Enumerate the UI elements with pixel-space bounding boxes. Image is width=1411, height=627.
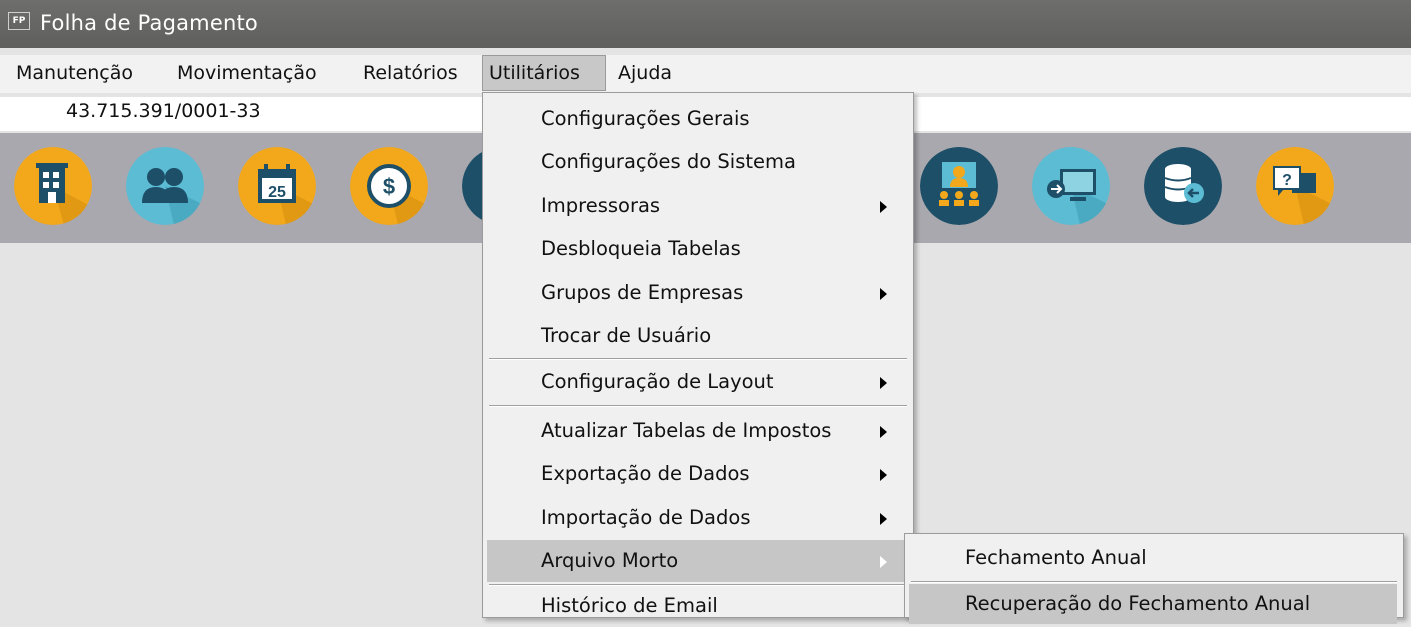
- menu-configuracao-layout[interactable]: Configuração de Layout: [487, 361, 909, 403]
- users-meeting-icon[interactable]: [920, 147, 998, 225]
- window-title: Folha de Pagamento: [40, 11, 258, 35]
- menu-arquivo-morto[interactable]: Arquivo Morto: [487, 540, 909, 582]
- menu-desbloqueia-tabelas[interactable]: Desbloqueia Tabelas: [487, 228, 909, 270]
- utilitarios-dropdown: Configurações Gerais Configurações do Si…: [482, 92, 914, 618]
- svg-text:?: ?: [1282, 172, 1292, 189]
- submenu-arrow-icon: [880, 469, 887, 481]
- menu-manutencao[interactable]: Manutenção: [10, 55, 139, 91]
- submenu-arrow-icon: [880, 201, 887, 213]
- arquivo-morto-submenu: Fechamento Anual Recuperação do Fechamen…: [904, 533, 1404, 624]
- menu-trocar-usuario[interactable]: Trocar de Usuário: [487, 315, 909, 357]
- menu-movimentacao[interactable]: Movimentação: [171, 55, 323, 91]
- menu-item-label: Fechamento Anual: [965, 546, 1147, 569]
- svg-text:$: $: [383, 174, 395, 199]
- monitor-connection-icon[interactable]: [1032, 147, 1110, 225]
- menu-separator: [489, 358, 907, 360]
- menu-atualizar-tabelas-impostos[interactable]: Atualizar Tabelas de Impostos: [487, 410, 909, 452]
- menu-item-label: Trocar de Usuário: [541, 324, 712, 347]
- menu-item-label: Exportação de Dados: [541, 462, 750, 485]
- submenu-arrow-icon: [880, 513, 887, 525]
- database-restore-icon[interactable]: [1144, 147, 1222, 225]
- menu-ajuda[interactable]: Ajuda: [612, 55, 678, 91]
- company-cnpj: 43.715.391/0001-33: [66, 100, 261, 122]
- menu-utilitarios[interactable]: Utilitários: [482, 55, 606, 91]
- menu-item-label: Histórico de Email: [541, 594, 718, 617]
- menu-item-label: Configurações do Sistema: [541, 150, 796, 173]
- submenu-arrow-icon: [880, 377, 887, 389]
- title-bar[interactable]: FP Folha de Pagamento: [0, 0, 1411, 48]
- menu-configuracoes-sistema[interactable]: Configurações do Sistema: [487, 141, 909, 183]
- submenu-arrow-icon: [880, 556, 887, 568]
- menu-item-label: Grupos de Empresas: [541, 281, 744, 304]
- menu-item-label: Arquivo Morto: [541, 549, 679, 572]
- calendar-icon[interactable]: 25: [238, 147, 316, 225]
- menu-item-label: Desbloqueia Tabelas: [541, 237, 741, 260]
- menu-item-label: Recuperação do Fechamento Anual: [965, 592, 1311, 615]
- menu-item-label: Impressoras: [541, 194, 661, 217]
- menu-separator: [489, 405, 907, 407]
- menu-recuperacao-fechamento-anual[interactable]: Recuperação do Fechamento Anual: [909, 584, 1397, 624]
- payment-dollar-icon[interactable]: $: [350, 147, 428, 225]
- company-building-icon[interactable]: [14, 147, 92, 225]
- employees-icon[interactable]: [126, 147, 204, 225]
- svg-text:25: 25: [268, 184, 286, 201]
- help-chat-icon[interactable]: ?: [1256, 147, 1334, 225]
- menu-historico-email[interactable]: Histórico de Email: [487, 585, 909, 627]
- menu-item-label: Configuração de Layout: [541, 370, 774, 393]
- submenu-arrow-icon: [880, 426, 887, 438]
- menu-exportacao-dados[interactable]: Exportação de Dados: [487, 453, 909, 495]
- menu-relatorios[interactable]: Relatórios: [357, 55, 464, 91]
- menu-impressoras[interactable]: Impressoras: [487, 185, 909, 227]
- menu-item-label: Importação de Dados: [541, 506, 751, 529]
- menu-item-label: Configurações Gerais: [541, 107, 750, 130]
- menu-item-label: Atualizar Tabelas de Impostos: [541, 419, 832, 442]
- menu-importacao-dados[interactable]: Importação de Dados: [487, 497, 909, 539]
- menu-bar: Manutenção Movimentação Relatórios Utili…: [0, 55, 1411, 93]
- menu-grupos-empresas[interactable]: Grupos de Empresas: [487, 272, 909, 314]
- app-icon: FP: [8, 12, 30, 30]
- menu-fechamento-anual[interactable]: Fechamento Anual: [909, 538, 1397, 578]
- submenu-arrow-icon: [880, 288, 887, 300]
- menu-separator: [911, 581, 1397, 583]
- menu-configuracoes-gerais[interactable]: Configurações Gerais: [487, 98, 909, 140]
